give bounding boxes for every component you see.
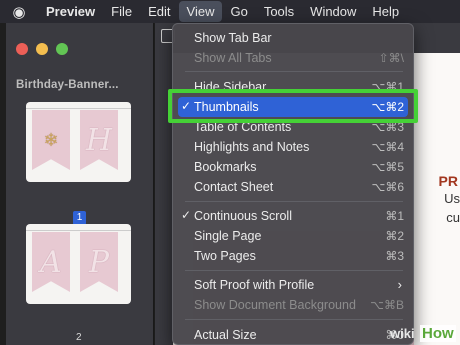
menu-item-contact-sheet[interactable]: Contact Sheet ⌥⌘6 xyxy=(178,177,408,197)
page-number-1: 1 xyxy=(73,211,86,225)
view-menu-dropdown: Show Tab Bar Show All Tabs ⇧⌘\ Hide Side… xyxy=(172,23,414,345)
document-title: Birthday-Banner... xyxy=(16,79,119,91)
close-window-button[interactable] xyxy=(16,43,28,55)
menu-separator xyxy=(185,319,403,320)
watermark-text-how: How xyxy=(420,325,456,342)
thumbnail-sidebar: Birthday-Banner... ❄ H 1 A P 2 xyxy=(6,23,154,345)
menu-view[interactable]: View xyxy=(178,1,223,22)
menu-file[interactable]: File xyxy=(103,0,140,23)
banner-flag-letter: H xyxy=(80,110,118,170)
menu-item-shortcut: ⌘2 xyxy=(385,229,404,243)
menu-item-actual-size[interactable]: Actual Size ⌘0 xyxy=(178,325,408,344)
banner-flag-letter-a: A xyxy=(32,232,70,292)
menu-help[interactable]: Help xyxy=(364,0,407,23)
menu-item-label: Actual Size xyxy=(194,328,257,342)
page-thumbnail-1[interactable]: ❄ H xyxy=(26,102,131,182)
menu-item-label: Bookmarks xyxy=(194,160,257,174)
menu-bar: ◉ Preview File Edit View Go Tools Window… xyxy=(0,0,460,23)
menu-item-shortcut: ⌥⌘6 xyxy=(371,180,404,194)
banner-string xyxy=(26,230,131,231)
document-text-line: cu xyxy=(446,210,460,225)
menu-item-label: Single Page xyxy=(194,229,262,243)
menu-separator xyxy=(185,71,403,72)
menu-edit[interactable]: Edit xyxy=(140,0,178,23)
document-heading: PR xyxy=(438,173,458,189)
menu-item-shortcut: ⌥⌘B xyxy=(370,298,404,312)
menu-app-name[interactable]: Preview xyxy=(38,0,103,23)
menu-item-label: Show All Tabs xyxy=(194,51,272,65)
page-number-2: 2 xyxy=(76,332,82,343)
banner-string xyxy=(26,108,131,109)
menu-item-shortcut: ⌘1 xyxy=(385,209,404,223)
chevron-right-icon: › xyxy=(397,277,402,292)
menu-item-label: Show Document Background xyxy=(194,298,356,312)
menu-item-show-all-tabs: Show All Tabs ⇧⌘\ xyxy=(178,48,408,68)
apple-menu-icon[interactable]: ◉ xyxy=(0,3,38,21)
menu-item-label: Highlights and Notes xyxy=(194,140,310,154)
menu-item-label: Soft Proof with Profile xyxy=(194,278,315,292)
menu-item-show-document-background: Show Document Background ⌥⌘B xyxy=(178,295,408,315)
minimize-window-button[interactable] xyxy=(36,43,48,55)
banner-flag-letter-p: P xyxy=(80,232,118,292)
page-thumbnail-2[interactable]: A P xyxy=(26,224,131,304)
menu-separator xyxy=(185,270,403,271)
zoom-window-button[interactable] xyxy=(56,43,68,55)
document-text-line: Us xyxy=(444,191,460,206)
menu-item-show-tab-bar[interactable]: Show Tab Bar xyxy=(178,28,408,48)
checkmark-icon: ✓ xyxy=(181,208,192,222)
menu-separator xyxy=(185,201,403,202)
menu-item-soft-proof-with-profile[interactable]: Soft Proof with Profile › xyxy=(178,275,408,295)
menu-item-shortcut: ⌘3 xyxy=(385,249,404,263)
menu-item-label: Two Pages xyxy=(194,249,256,263)
menu-item-bookmarks[interactable]: Bookmarks ⌥⌘5 xyxy=(178,157,408,177)
wikihow-watermark: wiki How xyxy=(390,323,456,343)
watermark-text-wiki: wiki xyxy=(390,326,415,341)
menu-item-two-pages[interactable]: Two Pages ⌘3 xyxy=(178,246,408,266)
menu-item-single-page[interactable]: Single Page ⌘2 xyxy=(178,226,408,246)
menu-item-shortcut: ⌥⌘5 xyxy=(371,160,404,174)
menu-item-label: Continuous Scroll xyxy=(194,209,292,223)
menu-go[interactable]: Go xyxy=(222,0,255,23)
document-right-panel: PR Us cu xyxy=(414,53,460,345)
menu-item-shortcut: ⇧⌘\ xyxy=(378,51,404,65)
highlight-callout-box xyxy=(168,89,418,123)
menu-item-shortcut: ⌥⌘4 xyxy=(371,140,404,154)
menu-window[interactable]: Window xyxy=(302,0,364,23)
menu-item-label: Contact Sheet xyxy=(194,180,274,194)
menu-tools[interactable]: Tools xyxy=(256,0,302,23)
menu-item-highlights-and-notes[interactable]: Highlights and Notes ⌥⌘4 xyxy=(178,137,408,157)
banner-flag-snowflake: ❄ xyxy=(32,110,70,170)
menu-item-label: Show Tab Bar xyxy=(194,31,272,45)
menu-item-continuous-scroll[interactable]: ✓ Continuous Scroll ⌘1 xyxy=(178,206,408,226)
